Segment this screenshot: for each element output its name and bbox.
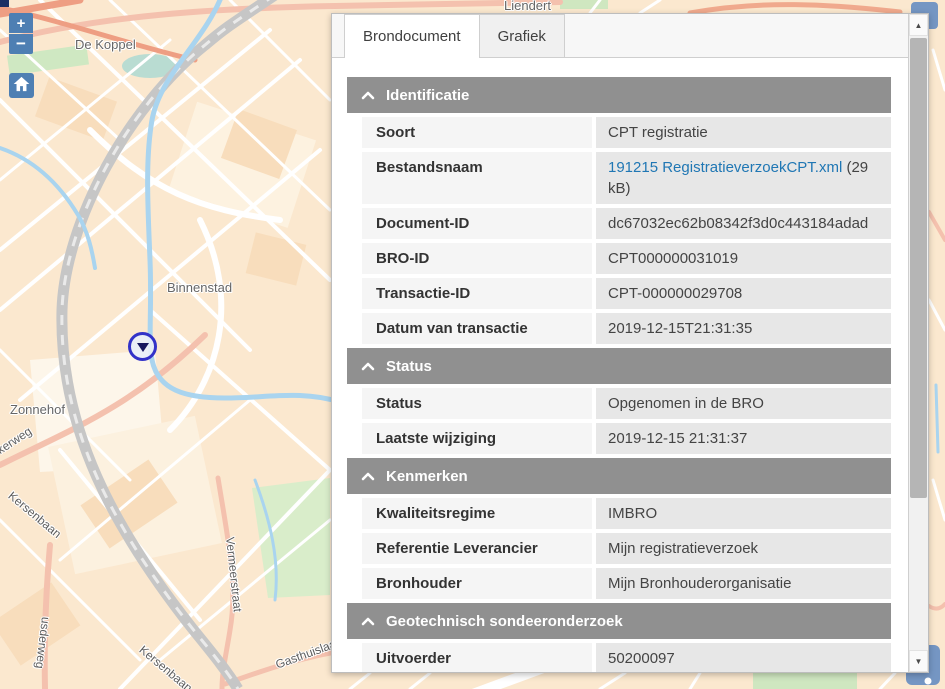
section-header-identificatie[interactable]: Identificatie [347,77,891,113]
table-row: Laatste wijziging 2019-12-15 21:31:37 [362,423,891,454]
tab-brondocument[interactable]: Brondocument [344,14,480,58]
section-header-status[interactable]: Status [347,348,891,384]
field-value: dc67032ec62b08342f3d0c443184adad [596,208,891,239]
home-button[interactable] [9,73,34,98]
table-row: Referentie Leverancier Mijn registratiev… [362,533,891,564]
field-value: CPT000000031019 [596,243,891,274]
field-value: Mijn registratieverzoek [596,533,891,564]
field-value: CPT-000000029708 [596,278,891,309]
detail-panel: Brondocument Grafiek Identificatie Soort… [331,13,929,673]
field-label: Transactie-ID [362,278,592,309]
field-label: Laatste wijziging [362,423,592,454]
panel-scrollbar[interactable]: ▲ ▼ [908,14,928,672]
table-row: Bronhouder Mijn Bronhouderorganisatie [362,568,891,599]
field-value: IMBRO [596,498,891,529]
field-label: Soort [362,117,592,148]
field-label: Status [362,388,592,419]
panel-content: Identificatie Soort CPT registratie Best… [332,58,908,672]
scroll-up-button[interactable]: ▲ [909,14,928,36]
map-label-binnenstad: Binnenstad [167,280,232,295]
field-label: Uitvoerder [362,643,592,672]
map-marker[interactable] [128,332,157,361]
table-row: Uitvoerder 50200097 [362,643,891,672]
field-label: Bestandsnaam [362,152,592,204]
field-value: Mijn Bronhouderorganisatie [596,568,891,599]
map-label-zonnehof: Zonnehof [10,402,65,417]
table-row: Bestandsnaam 191215 RegistratieverzoekCP… [362,152,891,204]
section-title: Status [386,358,432,375]
scrollbar-thumb[interactable] [910,38,927,498]
table-row: Transactie-ID CPT-000000029708 [362,278,891,309]
table-row: Document-ID dc67032ec62b08342f3d0c443184… [362,208,891,239]
field-value: 2019-12-15 21:31:37 [596,423,891,454]
section-title: Kenmerken [386,468,468,485]
section-title: Identificatie [386,87,469,104]
field-label: Bronhouder [362,568,592,599]
section-header-geotechnisch-sondeeronderzoek[interactable]: Geotechnisch sondeeronderzoek [347,603,891,639]
map-label-de-koppel: De Koppel [75,37,136,52]
file-download-link[interactable]: 191215 RegistratieverzoekCPT.xml [608,159,842,176]
field-value: CPT registratie [596,117,891,148]
chevron-up-icon [361,87,375,104]
table-row: Soort CPT registratie [362,117,891,148]
table-row: Status Opgenomen in de BRO [362,388,891,419]
table-row: Kwaliteitsregime IMBRO [362,498,891,529]
section-title: Geotechnisch sondeeronderzoek [386,613,623,630]
field-label: Document-ID [362,208,592,239]
field-label: BRO-ID [362,243,592,274]
field-value: Opgenomen in de BRO [596,388,891,419]
section-header-kenmerken[interactable]: Kenmerken [347,458,891,494]
chevron-up-icon [361,358,375,375]
zoom-in-button[interactable]: + [9,13,33,33]
zoom-out-button[interactable]: − [9,34,33,54]
triangle-down-icon [137,343,149,352]
field-label: Referentie Leverancier [362,533,592,564]
field-value: 191215 RegistratieverzoekCPT.xml (29 kB) [596,152,891,204]
table-row: BRO-ID CPT000000031019 [362,243,891,274]
chevron-up-icon [361,468,375,485]
field-label: Datum van transactie [362,313,592,344]
table-row: Datum van transactie 2019-12-15T21:31:35 [362,313,891,344]
field-value: 50200097 [596,643,891,672]
map-label-liendert: Liendert [504,0,551,13]
field-value: 2019-12-15T21:31:35 [596,313,891,344]
field-label: Kwaliteitsregime [362,498,592,529]
app-window: Liendert De Koppel Binnenstad Zonnehof k… [0,0,945,689]
tab-grafiek[interactable]: Grafiek [480,14,565,57]
chevron-up-icon [361,613,375,630]
scroll-down-button[interactable]: ▼ [909,650,928,672]
home-icon [13,76,30,95]
tab-bar: Brondocument Grafiek [332,14,908,58]
